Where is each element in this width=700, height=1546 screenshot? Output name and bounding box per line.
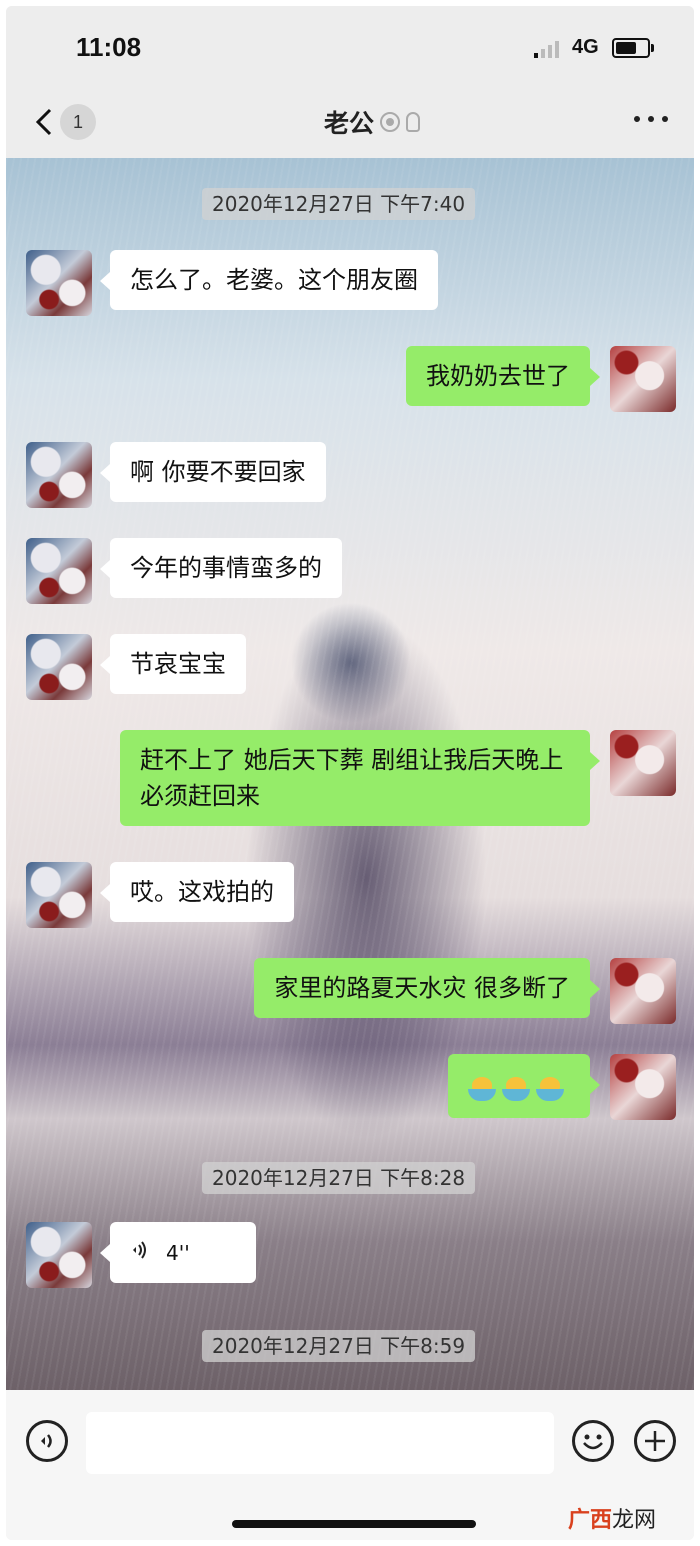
more-options-button[interactable] xyxy=(634,116,668,124)
message-bubble[interactable]: 啊 你要不要回家 xyxy=(100,442,326,502)
mute-icon xyxy=(380,112,401,132)
contact-avatar[interactable] xyxy=(26,1222,92,1288)
duck-emoji-icon xyxy=(468,1075,496,1103)
my-avatar[interactable] xyxy=(610,730,676,796)
my-avatar[interactable] xyxy=(610,346,676,412)
back-button[interactable] xyxy=(30,102,60,142)
unread-badge[interactable]: 1 xyxy=(60,104,96,140)
voice-icon xyxy=(41,1434,52,1448)
my-avatar[interactable] xyxy=(610,958,676,1024)
network-label: 4G xyxy=(572,36,599,58)
plus-icon xyxy=(645,1431,665,1451)
timestamp: 2020年12月27日 下午7:40 xyxy=(202,188,476,220)
duck-emoji-icon xyxy=(536,1075,564,1103)
voice-duration: 4'' xyxy=(166,1241,190,1265)
emoji-icon xyxy=(583,1434,603,1450)
dot-icon xyxy=(662,116,668,122)
emoji-message[interactable] xyxy=(448,1054,600,1118)
voice-message[interactable]: 4'' xyxy=(100,1222,256,1283)
contact-avatar[interactable] xyxy=(26,862,92,928)
site-watermark: 广西龙网 xyxy=(568,1502,656,1534)
signal-icon xyxy=(534,40,564,58)
chat-title: 老公 xyxy=(324,104,421,140)
contact-avatar[interactable] xyxy=(26,250,92,316)
chevron-left-icon xyxy=(35,108,52,136)
dot-icon xyxy=(648,116,654,122)
my-avatar[interactable] xyxy=(610,1054,676,1120)
duck-emoji-icon xyxy=(502,1075,530,1103)
contact-name: 老公 xyxy=(324,109,375,138)
earpiece-icon xyxy=(406,112,421,132)
contact-avatar[interactable] xyxy=(26,538,92,604)
dot-icon xyxy=(634,116,640,122)
emoji-button[interactable] xyxy=(572,1420,614,1462)
phone-screen: 11:08 4G 1 老公 2020年12月27日 下午7:40 怎么了。老婆。… xyxy=(6,6,694,1540)
message-bubble[interactable]: 怎么了。老婆。这个朋友圈 xyxy=(100,250,438,310)
message-list[interactable]: 2020年12月27日 下午7:40 怎么了。老婆。这个朋友圈 我奶奶去世了 啊… xyxy=(6,158,694,1390)
message-bubble[interactable]: 哎。这戏拍的 xyxy=(100,862,294,922)
more-functions-button[interactable] xyxy=(634,1420,676,1462)
timestamp: 2020年12月27日 下午8:28 xyxy=(202,1162,476,1194)
battery-icon xyxy=(612,38,654,58)
voice-wave-icon xyxy=(130,1235,148,1271)
home-indicator[interactable] xyxy=(232,1520,476,1528)
watermark-brand: 广西 xyxy=(568,1508,613,1533)
contact-avatar[interactable] xyxy=(26,634,92,700)
watermark-suffix: 龙网 xyxy=(612,1508,657,1533)
message-bubble[interactable]: 我奶奶去世了 xyxy=(406,346,600,406)
status-time: 11:08 xyxy=(76,32,142,62)
message-bubble[interactable]: 节哀宝宝 xyxy=(100,634,246,694)
message-bubble[interactable]: 家里的路夏天水灾 很多断了 xyxy=(254,958,600,1018)
chat-header: 1 老公 xyxy=(6,86,694,158)
contact-avatar[interactable] xyxy=(26,442,92,508)
timestamp: 2020年12月27日 下午8:59 xyxy=(202,1330,476,1362)
message-input[interactable] xyxy=(86,1412,554,1474)
message-bubble[interactable]: 今年的事情蛮多的 xyxy=(100,538,342,598)
status-bar: 11:08 4G xyxy=(6,6,694,86)
message-bubble[interactable]: 赶不上了 她后天下葬 剧组让我后天晚上必须赶回来 xyxy=(120,730,600,826)
voice-input-button[interactable] xyxy=(26,1420,68,1462)
